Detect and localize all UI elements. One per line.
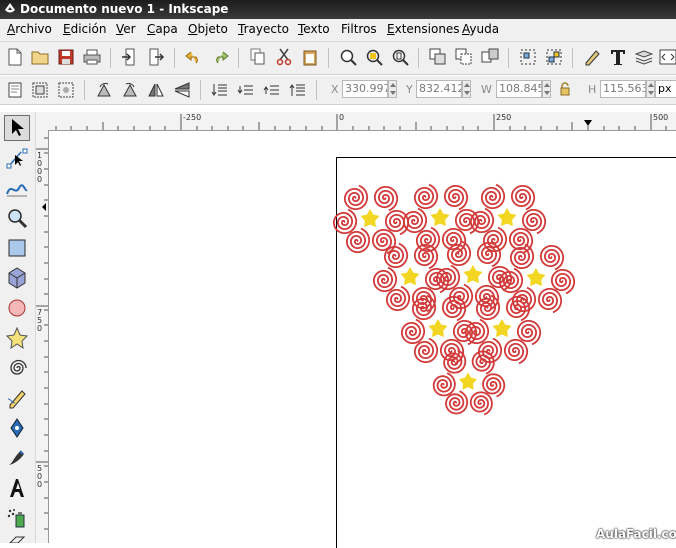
import-icon[interactable] xyxy=(119,46,141,68)
redo-icon[interactable] xyxy=(209,46,231,68)
save-icon[interactable] xyxy=(55,46,77,68)
w-field[interactable]: 108.845 xyxy=(496,80,542,98)
group-icon[interactable] xyxy=(517,46,539,68)
ungroup-icon[interactable] xyxy=(543,46,565,68)
h-field[interactable]: 115.563 xyxy=(600,80,646,98)
x-label: X xyxy=(331,83,339,96)
x-spinner[interactable] xyxy=(388,80,397,98)
rectangle-tool-icon[interactable] xyxy=(4,235,30,261)
window-title: Documento nuevo 1 - Inkscape xyxy=(20,2,229,16)
clone-icon[interactable] xyxy=(453,46,475,68)
h-ruler-tick: 0 xyxy=(339,113,345,122)
zoom-tool-icon[interactable] xyxy=(4,205,30,231)
lower-to-bottom-icon[interactable] xyxy=(209,79,231,101)
layers-icon[interactable] xyxy=(633,46,655,68)
rotate-cw-icon[interactable] xyxy=(119,79,141,101)
3d-box-tool-icon[interactable] xyxy=(4,265,30,291)
raise-to-top-icon[interactable] xyxy=(287,79,309,101)
spiral-tool-icon[interactable] xyxy=(4,355,30,381)
menu-edicion[interactable]: Edición xyxy=(63,22,106,36)
cut-icon[interactable] xyxy=(273,46,295,68)
zoom-selection-icon[interactable] xyxy=(337,46,359,68)
fill-stroke-icon[interactable] xyxy=(581,46,603,68)
unlink-clone-icon[interactable] xyxy=(479,46,501,68)
menu-trayecto[interactable]: Trayecto xyxy=(238,22,289,36)
vertical-ruler[interactable]: 1000 750 500 xyxy=(36,130,49,543)
inkscape-icon xyxy=(5,3,15,13)
v-ruler-tick: 1000 xyxy=(37,151,43,184)
duplicate-icon[interactable] xyxy=(427,46,449,68)
undo-icon[interactable] xyxy=(183,46,205,68)
menu-filtros[interactable]: Filtros xyxy=(341,22,377,36)
pen-tool-icon[interactable] xyxy=(4,415,30,441)
menu-extensiones[interactable]: Extensiones xyxy=(387,22,460,36)
h-spinner[interactable] xyxy=(646,80,655,98)
new-document-icon[interactable] xyxy=(4,46,26,68)
h-ruler-tick: 250 xyxy=(496,113,512,122)
menu-ayuda[interactable]: Ayuda xyxy=(462,22,499,36)
zoom-page-icon[interactable] xyxy=(389,46,411,68)
h-label: H xyxy=(588,83,597,96)
flip-vertical-icon[interactable] xyxy=(171,79,193,101)
copy-icon[interactable] xyxy=(247,46,269,68)
menu-objeto[interactable]: Objeto xyxy=(188,22,228,36)
select-all-layers-icon[interactable] xyxy=(29,79,51,101)
raise-icon[interactable] xyxy=(261,79,283,101)
menu-texto[interactable]: Texto xyxy=(298,22,330,36)
spray-tool-icon[interactable] xyxy=(4,505,30,531)
unit-select[interactable]: px xyxy=(655,80,676,98)
h-ruler-tick: 500 xyxy=(653,113,669,122)
ruler-corner xyxy=(36,112,48,130)
lock-icon[interactable] xyxy=(557,79,573,99)
node-tool-icon[interactable] xyxy=(4,145,30,171)
star-tool-icon[interactable] xyxy=(4,325,30,351)
v-ruler-tick: 500 xyxy=(37,464,43,489)
xml-editor-icon[interactable] xyxy=(657,46,676,68)
select-all-icon[interactable] xyxy=(4,79,26,101)
menu-capa[interactable]: Capa xyxy=(147,22,178,36)
commands-toolbar xyxy=(0,42,676,75)
x-field[interactable]: 330.997 xyxy=(342,80,388,98)
export-icon[interactable] xyxy=(145,46,167,68)
y-spinner[interactable] xyxy=(462,80,471,98)
menu-ver[interactable]: Ver xyxy=(116,22,136,36)
y-label: Y xyxy=(406,83,413,96)
rotate-ccw-icon[interactable] xyxy=(93,79,115,101)
toolbox xyxy=(0,112,36,543)
deselect-icon[interactable] xyxy=(55,79,77,101)
title-bar: Documento nuevo 1 - Inkscape xyxy=(0,0,676,19)
text-tool-icon[interactable] xyxy=(4,475,30,501)
eraser-tool-icon[interactable] xyxy=(4,535,30,543)
zoom-drawing-icon[interactable] xyxy=(363,46,385,68)
print-icon[interactable] xyxy=(81,46,103,68)
menu-bar: Archivo Edición Ver Capa Objeto Trayecto… xyxy=(0,19,676,42)
y-field[interactable]: 832.412 xyxy=(416,80,462,98)
h-ruler-tick: -250 xyxy=(183,113,202,122)
watermark: AulaFacil.com xyxy=(596,527,676,541)
paste-icon[interactable] xyxy=(299,46,321,68)
selector-tool-icon[interactable] xyxy=(4,115,30,141)
w-spinner[interactable] xyxy=(542,80,551,98)
calligraphy-tool-icon[interactable] xyxy=(4,445,30,471)
text-font-icon[interactable] xyxy=(607,46,629,68)
pencil-tool-icon[interactable] xyxy=(4,385,30,411)
page-border xyxy=(336,157,676,548)
w-label: W xyxy=(481,83,492,96)
menu-archivo[interactable]: Archivo xyxy=(7,22,52,36)
ellipse-tool-icon[interactable] xyxy=(4,295,30,321)
v-ruler-tick: 750 xyxy=(37,308,43,333)
open-folder-icon[interactable] xyxy=(29,46,51,68)
flip-horizontal-icon[interactable] xyxy=(145,79,167,101)
lower-icon[interactable] xyxy=(235,79,257,101)
horizontal-ruler[interactable]: -250 0 250 500 xyxy=(48,112,676,131)
tweak-tool-icon[interactable] xyxy=(4,175,30,201)
